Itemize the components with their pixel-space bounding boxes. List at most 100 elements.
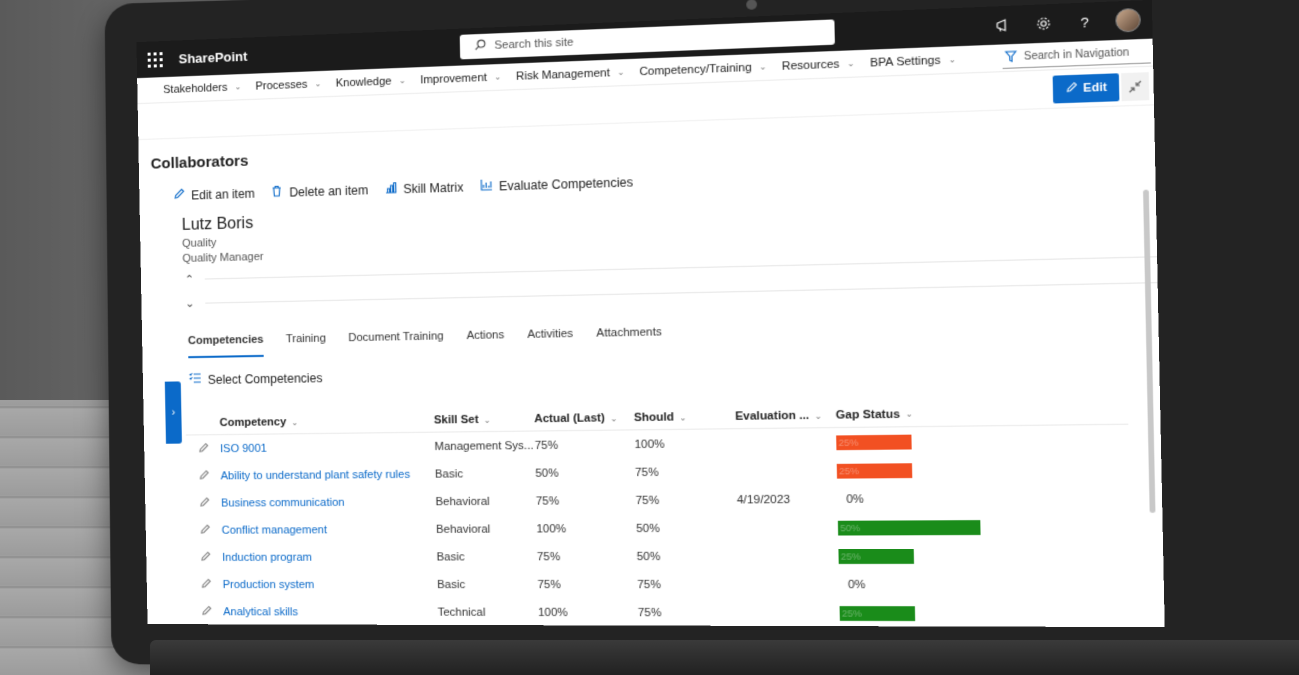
chevron-down-icon: ⌄ bbox=[234, 82, 241, 91]
delete-item-button[interactable]: Delete an item bbox=[271, 182, 369, 200]
edit-row-icon[interactable] bbox=[187, 523, 221, 537]
gap-status-cell: 25% bbox=[838, 541, 1062, 570]
nav-item-processes[interactable]: Processes ⌄ bbox=[255, 78, 321, 93]
chevron-down-icon: ⌄ bbox=[815, 411, 823, 421]
should-cell: 75% bbox=[635, 465, 736, 478]
tab-activities[interactable]: Activities bbox=[527, 328, 573, 353]
competency-link[interactable]: Conflict management bbox=[222, 523, 437, 536]
gap-value: 0% bbox=[839, 578, 866, 591]
app-name[interactable]: SharePoint bbox=[178, 48, 247, 66]
competency-link[interactable]: Production system bbox=[223, 578, 438, 590]
nav-item-improvement[interactable]: Improvement ⌄ bbox=[420, 71, 501, 86]
should-cell: 75% bbox=[637, 578, 739, 591]
nav-label: Knowledge bbox=[336, 75, 392, 89]
competency-link[interactable]: Ability to understand plant safety rules bbox=[221, 468, 436, 482]
edit-item-button[interactable]: Edit an item bbox=[173, 186, 255, 204]
edit-item-label: Edit an item bbox=[191, 186, 255, 202]
gap-bar: 25% bbox=[836, 434, 912, 450]
side-panel-toggle[interactable]: › bbox=[165, 381, 182, 443]
gap-status-cell: 25% bbox=[836, 426, 1060, 457]
nav-item-resources[interactable]: Resources ⌄ bbox=[782, 57, 855, 72]
tab-document-training[interactable]: Document Training bbox=[348, 330, 444, 355]
gap-bar: 50% bbox=[838, 520, 981, 535]
edit-row-icon[interactable] bbox=[189, 577, 223, 591]
navigation-search-input[interactable]: Search in Navigation bbox=[1002, 42, 1151, 69]
chevron-down-icon: ⌄ bbox=[484, 415, 491, 424]
gear-icon[interactable] bbox=[1033, 14, 1054, 34]
search-placeholder: Search this site bbox=[494, 36, 573, 52]
table-row[interactable]: Production system Basic 75% 75% 0% bbox=[188, 570, 1132, 599]
chevron-down-icon: ⌄ bbox=[617, 67, 624, 77]
screen: SharePoint Search this site ? Stakeholde… bbox=[136, 0, 1164, 627]
evaluation-cell bbox=[736, 471, 837, 472]
evaluate-competencies-button[interactable]: Evaluate Competencies bbox=[480, 174, 633, 194]
competencies-table: Competency ⌄ Skill Set ⌄ Actual (Last) ⌄ Sh… bbox=[185, 399, 1132, 627]
tab-competencies[interactable]: Competencies bbox=[188, 334, 264, 359]
gap-status-cell: 50% bbox=[838, 512, 1062, 542]
help-icon[interactable]: ? bbox=[1074, 12, 1095, 32]
competency-link[interactable]: Induction program bbox=[222, 551, 437, 564]
avatar[interactable] bbox=[1115, 8, 1141, 33]
competency-link[interactable]: Analytical skills bbox=[223, 606, 438, 619]
edit-row-icon[interactable] bbox=[186, 469, 220, 483]
pencil-icon bbox=[173, 188, 185, 203]
skill-matrix-label: Skill Matrix bbox=[403, 180, 463, 196]
table-row[interactable]: Conflict management Behavioral 100% 50% … bbox=[187, 512, 1130, 544]
table-row[interactable]: Analytical skills Technical 100% 75% 25% bbox=[189, 598, 1133, 627]
nav-item-stakeholders[interactable]: Stakeholders ⌄ bbox=[163, 81, 241, 96]
tab-training[interactable]: Training bbox=[286, 332, 326, 356]
laptop-base bbox=[150, 640, 1299, 675]
gap-value: 25% bbox=[839, 465, 859, 476]
nav-item-bpa-settings[interactable]: BPA Settings ⌄ bbox=[870, 53, 956, 69]
should-cell: 50% bbox=[637, 550, 739, 563]
chevron-down-icon: ⌄ bbox=[610, 413, 617, 422]
chevron-down-icon: ⌄ bbox=[948, 55, 956, 65]
should-cell: 75% bbox=[638, 606, 740, 619]
column-header-actual[interactable]: Actual (Last) ⌄ bbox=[534, 411, 634, 425]
column-header-skill-set[interactable]: Skill Set ⌄ bbox=[434, 412, 535, 426]
skill-set-cell: Technical bbox=[438, 606, 539, 619]
column-header-gap-status[interactable]: Gap Status ⌄ bbox=[835, 400, 1059, 427]
megaphone-icon[interactable] bbox=[993, 15, 1014, 35]
gap-value: 25% bbox=[841, 551, 861, 562]
edit-row-icon[interactable] bbox=[189, 605, 223, 619]
column-header-competency[interactable]: Competency ⌄ bbox=[219, 414, 434, 429]
nav-item-risk-management[interactable]: Risk Management ⌄ bbox=[516, 66, 625, 83]
nav-item-competency-training[interactable]: Competency/Training ⌄ bbox=[639, 60, 766, 77]
header-label: Should bbox=[634, 411, 674, 424]
gap-value: 25% bbox=[842, 608, 862, 619]
chevron-right-icon: › bbox=[171, 407, 175, 419]
table-row[interactable]: Induction program Basic 75% 50% 25% bbox=[188, 541, 1131, 571]
header-label: Evaluation ... bbox=[735, 409, 809, 422]
column-header-evaluation[interactable]: Evaluation ... ⌄ bbox=[735, 409, 836, 423]
edit-row-icon[interactable] bbox=[188, 550, 222, 564]
edit-row-icon[interactable] bbox=[186, 442, 220, 456]
skill-matrix-button[interactable]: Skill Matrix bbox=[385, 179, 464, 197]
tab-attachments[interactable]: Attachments bbox=[596, 326, 662, 351]
gap-bar: 25% bbox=[840, 606, 916, 621]
header-label: Competency bbox=[219, 416, 286, 429]
edit-page-button[interactable]: Edit bbox=[1053, 73, 1120, 103]
gap-status-cell: 0% bbox=[837, 483, 1061, 513]
nav-label: Processes bbox=[255, 78, 307, 92]
actual-cell: 75% bbox=[536, 494, 636, 507]
competency-link[interactable]: ISO 9001 bbox=[220, 440, 435, 454]
nav-item-knowledge[interactable]: Knowledge ⌄ bbox=[336, 74, 406, 89]
collapse-icon[interactable] bbox=[1121, 72, 1149, 101]
nav-label: Risk Management bbox=[516, 66, 610, 82]
header-label: Gap Status bbox=[836, 408, 900, 421]
select-competencies-button[interactable]: Select Competencies bbox=[189, 356, 1160, 387]
actual-cell: 75% bbox=[535, 438, 635, 451]
gap-status-cell: 0% bbox=[839, 570, 1063, 599]
nav-label: BPA Settings bbox=[870, 54, 941, 69]
edit-row-icon[interactable] bbox=[187, 496, 221, 510]
bar-chart-icon bbox=[385, 181, 398, 197]
chevron-down-icon: ⌄ bbox=[494, 72, 501, 82]
tab-actions[interactable]: Actions bbox=[466, 329, 504, 353]
app-launcher-icon[interactable] bbox=[136, 41, 172, 78]
competency-link[interactable]: Business communication bbox=[221, 496, 436, 510]
column-header-should[interactable]: Should ⌄ bbox=[634, 410, 735, 424]
filter-icon bbox=[1005, 50, 1018, 65]
chart-icon bbox=[480, 178, 493, 194]
delete-item-label: Delete an item bbox=[289, 183, 368, 200]
